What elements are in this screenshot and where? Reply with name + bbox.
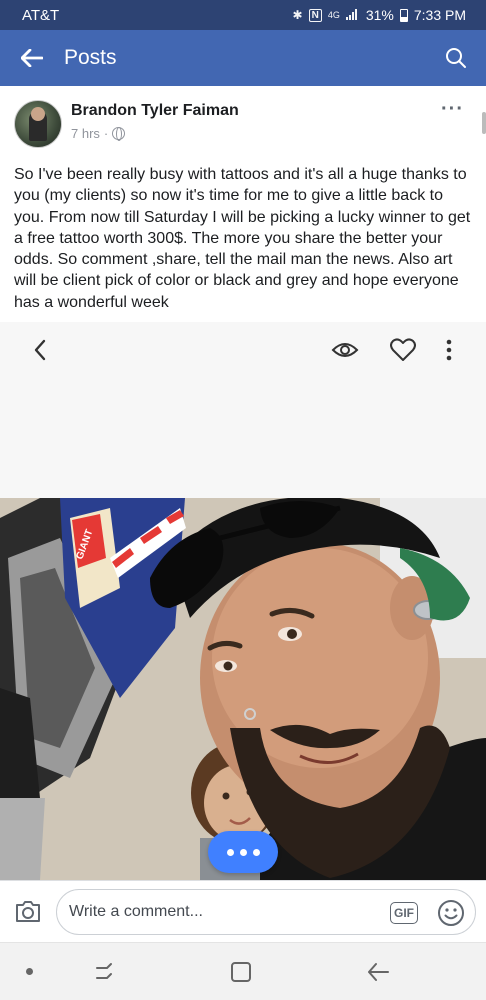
eye-icon[interactable] <box>331 336 359 364</box>
search-button[interactable] <box>426 30 486 86</box>
more-vertical-icon[interactable] <box>435 336 463 364</box>
scrollbar[interactable] <box>482 112 486 134</box>
comment-box[interactable]: GIF <box>56 889 476 935</box>
author-name[interactable]: Brandon Tyler Faiman <box>71 102 239 120</box>
nfc-icon: N <box>308 8 322 22</box>
gif-button[interactable]: GIF <box>390 902 418 924</box>
back-icon[interactable] <box>366 961 390 983</box>
nav-dot-indicator <box>26 968 33 975</box>
back-chevron-icon[interactable] <box>26 336 54 364</box>
status-bar: AT&T ✱ N 4G 31% 7:33 PM <box>0 0 486 30</box>
home-icon[interactable] <box>231 962 251 982</box>
globe-icon <box>112 127 126 141</box>
page-title: Posts <box>64 46 117 69</box>
emoji-icon[interactable] <box>437 899 465 927</box>
post-time[interactable]: 7 hrs <box>71 126 100 141</box>
battery-icon <box>399 8 408 22</box>
post-meta: 7 hrs · <box>71 126 126 141</box>
more-options-icon[interactable]: ··· <box>441 99 464 119</box>
camera-icon[interactable] <box>14 898 42 926</box>
viewer-toolbar <box>0 322 486 378</box>
clock: 7:33 PM <box>413 7 466 23</box>
post-photo[interactable]: GIANT <box>0 498 486 880</box>
carrier-label: AT&T <box>22 6 60 24</box>
more-actions-button[interactable] <box>208 831 278 873</box>
network-type-label: 4G <box>327 10 340 20</box>
photo-viewer: GIANT <box>0 322 486 880</box>
search-icon <box>446 48 466 68</box>
status-icons: ✱ N 4G 31% 7:33 PM <box>293 7 466 23</box>
comment-composer: GIF <box>0 880 486 942</box>
arrow-left-icon <box>21 49 43 67</box>
bluetooth-icon: ✱ <box>292 8 303 22</box>
post-header: Brandon Tyler Faiman 7 hrs · ··· <box>0 86 486 156</box>
avatar[interactable] <box>14 100 62 148</box>
dot <box>252 848 260 856</box>
comment-input[interactable] <box>69 890 369 934</box>
meta-separator: · <box>103 126 109 141</box>
selfie-image: GIANT <box>0 498 486 880</box>
dot <box>226 848 234 856</box>
back-button[interactable] <box>0 30 64 86</box>
signal-icon <box>345 8 360 23</box>
heart-icon[interactable] <box>389 336 417 364</box>
avatar-head <box>31 107 45 121</box>
app-bar: Posts <box>0 30 486 86</box>
dot <box>239 848 247 856</box>
recent-apps-icon[interactable] <box>94 961 118 983</box>
system-nav-bar <box>0 942 486 1000</box>
post-body: So I've been really busy with tattoos an… <box>14 166 471 311</box>
battery-percent: 31% <box>365 7 394 23</box>
